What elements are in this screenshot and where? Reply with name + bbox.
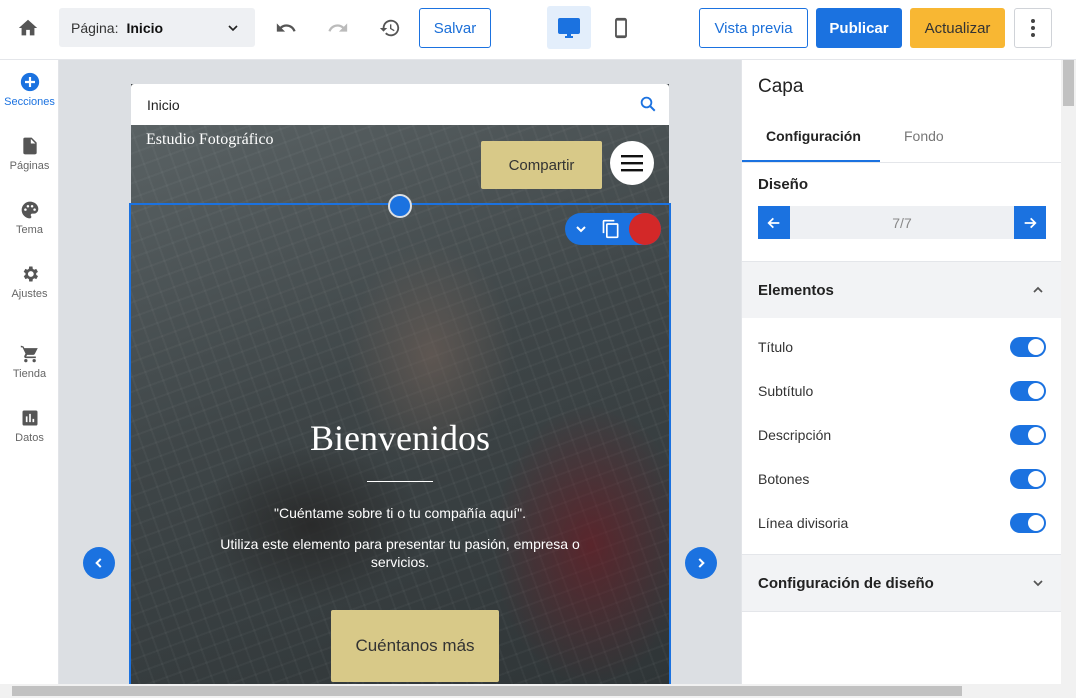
preview-button[interactable]: Vista previa bbox=[699, 8, 808, 48]
prev-design-arrow-icon[interactable] bbox=[758, 206, 790, 239]
design-label: Diseño bbox=[758, 176, 809, 193]
chevron-down-icon[interactable] bbox=[1030, 575, 1046, 595]
publish-button[interactable]: Publicar bbox=[816, 8, 902, 48]
sidebar-item-pages[interactable]: Páginas bbox=[0, 136, 59, 172]
undo-icon[interactable] bbox=[272, 14, 300, 42]
add-circle-icon bbox=[20, 72, 39, 92]
sidebar-item-data[interactable]: Datos bbox=[0, 408, 59, 444]
preview-page-name: Inicio bbox=[147, 96, 180, 113]
tab-configuration[interactable]: Configuración bbox=[766, 128, 861, 144]
element-label: Título bbox=[758, 339, 794, 355]
description-toggle[interactable] bbox=[1010, 425, 1046, 445]
delete-icon[interactable] bbox=[629, 213, 661, 245]
design-settings-label: Configuración de diseño bbox=[758, 574, 934, 592]
sidebar-item-sections[interactable]: Secciones bbox=[0, 72, 59, 108]
element-row-buttons: Botones bbox=[758, 467, 1046, 491]
history-icon[interactable] bbox=[376, 14, 404, 42]
design-stepper: 7/7 bbox=[758, 206, 1046, 239]
elements-section-label: Elementos bbox=[758, 281, 834, 299]
desktop-view-icon[interactable] bbox=[547, 6, 591, 49]
subtitle-toggle[interactable] bbox=[1010, 381, 1046, 401]
sidebar-item-theme[interactable]: Tema bbox=[0, 200, 59, 236]
element-row-subtitle: Subtítulo bbox=[758, 379, 1046, 403]
palette-icon bbox=[21, 201, 38, 219]
sidebar-item-label: Ajustes bbox=[11, 288, 48, 300]
page-icon bbox=[22, 137, 37, 155]
element-row-title: Título bbox=[758, 335, 1046, 359]
chevron-down-icon[interactable] bbox=[573, 221, 589, 242]
update-button[interactable]: Actualizar bbox=[910, 8, 1005, 48]
left-sidebar: Secciones Páginas Tema Ajustes Tienda Da… bbox=[0, 60, 59, 684]
sidebar-item-label: Secciones bbox=[4, 96, 55, 108]
scrollbar-thumb[interactable] bbox=[12, 686, 962, 696]
chevron-down-icon bbox=[225, 20, 241, 39]
divider bbox=[742, 611, 1062, 612]
tab-background[interactable]: Fondo bbox=[904, 128, 944, 144]
divider bbox=[742, 162, 1062, 163]
prev-slide-arrow-icon[interactable] bbox=[83, 547, 115, 579]
more-options-icon[interactable] bbox=[1014, 8, 1052, 48]
duplicate-icon[interactable] bbox=[601, 219, 621, 244]
element-label: Subtítulo bbox=[758, 383, 814, 399]
properties-panel: Capa Configuración Fondo Diseño 7/7 Elem… bbox=[741, 60, 1062, 684]
page-selector-value: Inicio bbox=[126, 19, 164, 36]
buttons-toggle[interactable] bbox=[1010, 469, 1046, 489]
search-icon[interactable] bbox=[639, 95, 657, 116]
design-counter: 7/7 bbox=[892, 214, 912, 231]
element-row-description: Descripción bbox=[758, 423, 1046, 447]
selected-section-frame bbox=[129, 203, 671, 684]
chart-icon bbox=[22, 410, 37, 426]
site-brand[interactable]: Estudio Fotográfico bbox=[146, 131, 274, 149]
chevron-up-icon[interactable] bbox=[1030, 282, 1046, 302]
next-design-arrow-icon[interactable] bbox=[1014, 206, 1046, 239]
next-slide-arrow-icon[interactable] bbox=[685, 547, 717, 579]
sidebar-item-label: Datos bbox=[15, 432, 44, 444]
sidebar-item-label: Tema bbox=[16, 224, 43, 236]
element-label: Botones bbox=[758, 471, 810, 487]
title-toggle[interactable] bbox=[1010, 337, 1046, 357]
horizontal-scrollbar[interactable] bbox=[0, 684, 1076, 698]
gear-icon bbox=[23, 266, 38, 282]
element-row-divider: Línea divisoria bbox=[758, 511, 1046, 535]
sidebar-item-settings[interactable]: Ajustes bbox=[0, 264, 59, 300]
page-selector-label: Página: bbox=[71, 19, 119, 36]
divider-toggle[interactable] bbox=[1010, 513, 1046, 533]
sidebar-item-label: Páginas bbox=[9, 160, 50, 172]
redo-icon[interactable] bbox=[324, 14, 352, 42]
home-icon[interactable] bbox=[14, 14, 42, 42]
design-settings-section-header[interactable]: Configuración de diseño bbox=[742, 555, 1062, 611]
share-button[interactable]: Compartir bbox=[481, 141, 602, 189]
section-toolbar bbox=[565, 213, 661, 245]
preview-page-bar: Inicio bbox=[131, 84, 669, 125]
page-selector[interactable]: Página: Inicio bbox=[59, 8, 255, 47]
scrollbar-thumb[interactable] bbox=[1063, 60, 1074, 106]
resize-handle[interactable] bbox=[388, 194, 412, 218]
element-label: Línea divisoria bbox=[758, 515, 849, 531]
sidebar-item-label: Tienda bbox=[12, 368, 47, 380]
editor-canvas: Inicio Estudio Fotográfico Compartir Bie… bbox=[59, 60, 741, 684]
elements-section-header[interactable]: Elementos bbox=[742, 262, 1062, 318]
mobile-view-icon[interactable] bbox=[607, 14, 635, 42]
panel-title: Capa bbox=[758, 76, 804, 97]
vertical-scrollbar[interactable] bbox=[1061, 60, 1076, 684]
top-toolbar: Página: Inicio Salvar Vista previa Publi… bbox=[0, 0, 1076, 60]
cart-icon bbox=[20, 345, 38, 363]
sidebar-item-store[interactable]: Tienda bbox=[0, 344, 59, 380]
element-label: Descripción bbox=[758, 427, 832, 443]
save-button[interactable]: Salvar bbox=[419, 8, 491, 48]
hamburger-menu-icon[interactable] bbox=[610, 141, 654, 185]
